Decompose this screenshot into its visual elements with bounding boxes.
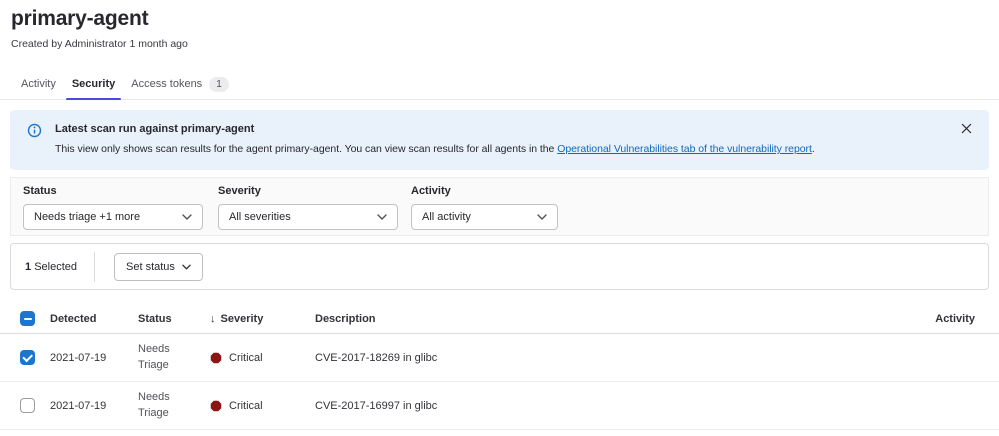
selection-summary-bar: 1 Selected Set status (10, 243, 989, 290)
status-filter-value: Needs triage +1 more (34, 211, 140, 223)
chevron-down-icon (537, 214, 547, 220)
filter-bar: Status Needs triage +1 more Severity All… (10, 177, 989, 236)
sort-descending-icon: ↓ (210, 313, 216, 325)
header-activity[interactable]: Activity (895, 313, 975, 325)
severity-critical-icon (210, 352, 222, 364)
tab-activity-label: Activity (21, 70, 56, 99)
filter-group-status: Status Needs triage +1 more (23, 185, 203, 230)
cell-status: Needs Triage (138, 390, 186, 422)
set-status-label: Set status (126, 261, 175, 273)
header-status[interactable]: Status (138, 313, 210, 325)
page-subtitle: Created by Administrator 1 month ago (11, 37, 999, 51)
agent-security-page: primary-agent Created by Administrator 1… (0, 6, 999, 436)
header-severity[interactable]: ↓ Severity (210, 313, 315, 325)
banner-body-prefix: This view only shows scan results for th… (55, 143, 557, 155)
banner-text: Latest scan run against primary-agent Th… (55, 122, 815, 170)
status-filter-label: Status (23, 185, 203, 198)
cell-detected: 2021-07-19 (50, 400, 138, 412)
cell-severity-label: Critical (229, 400, 263, 412)
cell-detected: 2021-07-19 (50, 352, 138, 364)
page-title: primary-agent (11, 6, 999, 32)
cell-severity: Critical (210, 352, 315, 364)
severity-critical-icon (210, 400, 222, 412)
activity-filter-dropdown[interactable]: All activity (411, 204, 558, 230)
banner-body-suffix: . (812, 143, 815, 155)
severity-filter-dropdown[interactable]: All severities (218, 204, 398, 230)
cell-severity-label: Critical (229, 352, 263, 364)
tab-activity[interactable]: Activity (13, 69, 64, 99)
select-all-checkbox[interactable] (20, 311, 35, 326)
vulnerability-table: Detected Status ↓ Severity Description A… (0, 304, 999, 430)
table-header-row: Detected Status ↓ Severity Description A… (0, 304, 999, 334)
cell-description[interactable]: CVE-2017-18269 in glibc (315, 352, 895, 364)
info-banner: Latest scan run against primary-agent Th… (10, 110, 989, 170)
tab-security[interactable]: Security (64, 69, 123, 99)
chevron-down-icon (182, 214, 192, 220)
activity-filter-value: All activity (422, 211, 471, 223)
severity-filter-label: Severity (218, 185, 398, 198)
banner-body: This view only shows scan results for th… (55, 142, 815, 157)
table-row[interactable]: 2021-07-19 Needs Triage Critical CVE-201… (0, 382, 999, 430)
cell-description[interactable]: CVE-2017-16997 in glibc (315, 400, 895, 412)
chevron-down-icon (182, 264, 191, 270)
vertical-divider (94, 252, 95, 282)
activity-filter-label: Activity (411, 185, 558, 198)
row-checkbox[interactable] (20, 350, 35, 365)
cell-status: Needs Triage (138, 342, 186, 374)
selected-count-number: 1 (25, 261, 31, 273)
tab-bar: Activity Security Access tokens 1 (0, 69, 999, 100)
selected-count: 1 Selected (25, 261, 77, 273)
selected-count-label: Selected (34, 261, 77, 273)
tab-security-label: Security (72, 70, 115, 99)
cell-severity: Critical (210, 400, 315, 412)
table-row[interactable]: 2021-07-19 Needs Triage Critical CVE-201… (0, 334, 999, 382)
vulnerability-report-link[interactable]: Operational Vulnerabilities tab of the v… (557, 143, 812, 155)
status-filter-dropdown[interactable]: Needs triage +1 more (23, 204, 203, 230)
filter-group-severity: Severity All severities (218, 185, 398, 230)
chevron-down-icon (377, 214, 387, 220)
filter-group-activity: Activity All activity (411, 185, 558, 230)
header-description[interactable]: Description (315, 313, 895, 325)
access-tokens-count-badge: 1 (209, 77, 229, 92)
tab-access-tokens-label: Access tokens (131, 70, 202, 99)
header-severity-label: Severity (221, 313, 264, 325)
info-icon (27, 123, 42, 138)
banner-title: Latest scan run against primary-agent (55, 122, 815, 137)
header-detected[interactable]: Detected (50, 313, 138, 325)
close-icon[interactable] (959, 121, 974, 136)
severity-filter-value: All severities (229, 211, 291, 223)
set-status-button[interactable]: Set status (114, 253, 203, 281)
row-checkbox[interactable] (20, 398, 35, 413)
tab-access-tokens[interactable]: Access tokens 1 (123, 69, 236, 99)
